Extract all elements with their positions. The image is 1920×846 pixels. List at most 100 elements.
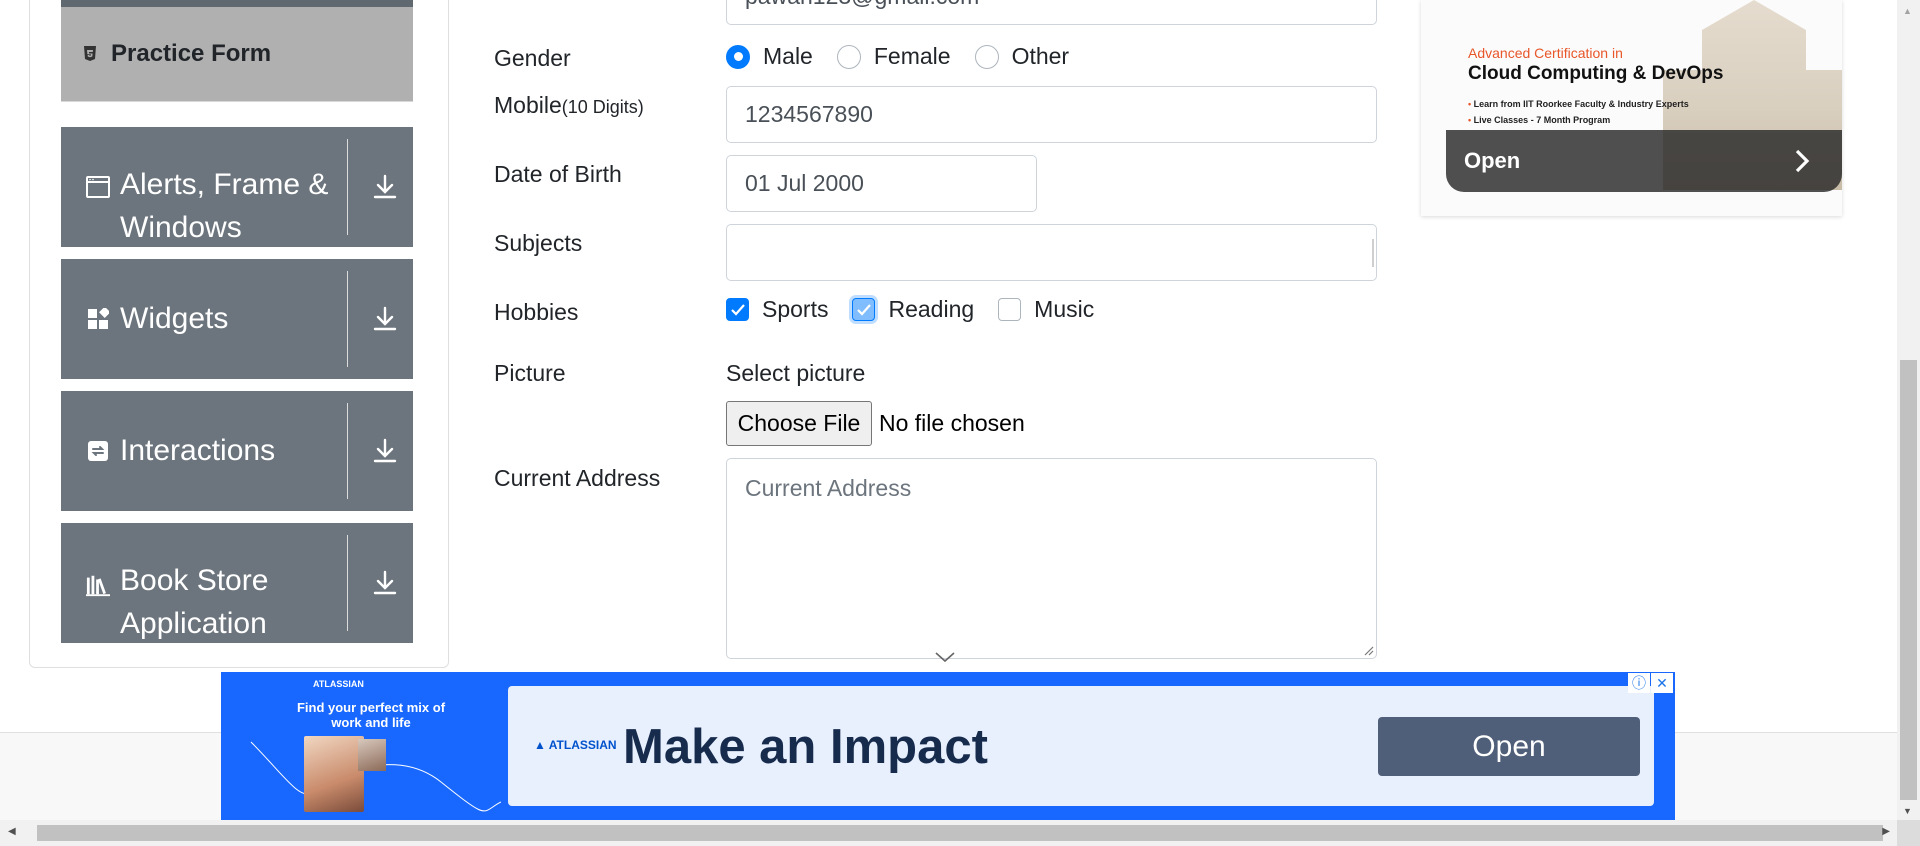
sidebar-group-label: Interactions [120,434,276,467]
atlassian-logo: ▲ ATLASSIAN [534,738,617,752]
email-value: pawan123@gmail.com [745,0,979,10]
sidebar-divider [61,0,413,7]
scroll-up-icon[interactable]: ▲ [1903,6,1912,16]
divider [347,403,348,499]
html5-icon [83,46,99,62]
dob-label: Date of Birth [494,161,622,187]
hobby-sports-option[interactable]: Sports [726,296,828,323]
current-address-label: Current Address [494,465,661,491]
gender-other-option[interactable]: Other [974,43,1070,70]
close-icon[interactable]: ✕ [1651,673,1673,693]
option-label: Female [873,43,951,69]
window-icon [86,175,110,199]
person-thumbnail [358,739,386,771]
option-label: Sports [762,296,829,322]
current-address-textarea[interactable]: Current Address [726,458,1377,659]
ad-banner-bottom[interactable]: ATLASSIAN Find your perfect mix of work … [221,672,1675,820]
sidebar-group-label: Alerts, Frame & Windows [120,168,329,244]
hobby-music-option[interactable]: Music [998,296,1094,323]
brand-text: ATLASSIAN [548,738,617,752]
check-icon [857,303,871,316]
option-label: Reading [888,296,975,322]
checkbox[interactable] [726,298,749,321]
checkbox[interactable] [998,298,1022,321]
ad-headline: Make an Impact [623,720,988,774]
file-status: No file chosen [879,410,1025,436]
ad-open-label: Open [1464,148,1521,173]
mobile-label-text: Mobile [494,92,562,118]
date-of-birth-field[interactable]: 01 Jul 2000 [726,155,1037,212]
gender-male-option[interactable]: Male [726,43,813,70]
checkbox[interactable] [852,298,876,321]
subjects-input[interactable] [726,224,1377,281]
gender-radio-group: Male Female Other [726,43,1093,70]
ad-panel: ▲ ATLASSIAN Make an Impact Open [508,686,1654,806]
widgets-icon [86,307,110,331]
divider [347,139,348,235]
sidebar-group-label: Widgets [120,302,229,335]
gender-female-option[interactable]: Female [836,43,951,70]
sidebar-item-practice-form[interactable]: Practice Form [61,7,413,102]
info-icon[interactable]: ⓘ [1628,673,1650,693]
mobile-label: Mobile(10 Digits) [494,92,644,119]
expand-arrow-icon[interactable] [371,569,399,597]
email-field[interactable]: pawan123@gmail.com [726,0,1377,25]
ad-headline: Cloud Computing & DevOps [1468,63,1724,84]
hobbies-label: Hobbies [494,299,579,325]
dob-value: 01 Jul 2000 [745,170,864,196]
expand-arrow-icon[interactable] [371,173,399,201]
hobbies-checkbox-group: Sports Reading Music [726,296,1118,323]
scroll-down-icon[interactable]: ▼ [1903,806,1912,816]
option-label: Music [1034,296,1095,322]
adchoices[interactable]: ⓘ ✕ [1627,673,1673,693]
interactions-icon [86,439,110,463]
check-icon [730,303,745,316]
option-label: Male [763,43,813,69]
expand-arrow-icon[interactable] [371,437,399,465]
vertical-scrollbar[interactable]: ▲ ▼ [1897,0,1920,820]
ad-left-artwork: ATLASSIAN Find your perfect mix of work … [221,672,508,820]
sidebar-group-alerts-frame-windows[interactable]: Alerts, Frame & Windows [61,127,413,247]
mobile-hint: (10 Digits) [561,97,644,117]
scroll-thumb[interactable] [1900,360,1917,800]
divider [347,271,348,367]
divider [347,535,348,631]
hobby-reading-option[interactable]: Reading [852,296,974,323]
scroll-left-icon[interactable]: ◀ [8,826,16,837]
ad-banner-right[interactable]: Advanced Certification in Cloud Computin… [1421,0,1842,216]
chevron-right-icon [1795,149,1810,173]
sidebar-group-interactions[interactable]: Interactions [61,391,413,511]
ad-tagline: Find your perfect mix of work and life [296,700,446,730]
chevron-down-icon[interactable] [934,651,956,663]
scrollbar-corner [1897,820,1920,846]
gender-label: Gender [494,45,571,71]
resize-handle-icon [1364,646,1374,656]
textarea-placeholder: Current Address [745,475,912,501]
ad-open-bar[interactable]: Open [1446,130,1842,192]
ad-eyebrow: Advanced Certification in [1468,45,1623,61]
sidebar-item-label: Practice Form [111,40,272,67]
option-label: Other [1011,43,1070,69]
expand-arrow-icon[interactable] [371,305,399,333]
person-photo [304,736,364,812]
choose-file-button[interactable]: Choose File [726,401,872,446]
picture-label: Picture [494,360,566,386]
radio-button[interactable] [726,44,750,69]
subjects-label: Subjects [494,230,583,256]
sidebar-group-widgets[interactable]: Widgets [61,259,413,379]
ad-bullet: Live Classes - 7 Month Program [1468,115,1611,125]
ad-bullet: Learn from IIT Roorkee Faculty & Industr… [1468,99,1689,109]
select-picture-label: Select picture [726,360,866,386]
radio-button[interactable] [836,44,861,69]
ad-open-button[interactable]: Open [1378,717,1640,776]
scroll-right-icon[interactable]: ▶ [1882,826,1890,837]
mobile-value: 1234567890 [745,101,873,127]
bookshelf-icon [86,573,110,597]
scroll-thumb[interactable] [37,825,1883,841]
radio-button[interactable] [974,44,999,69]
atlassian-logo-small: ATLASSIAN [313,679,364,689]
sidebar-group-label: Book Store Application [120,564,269,640]
mobile-field[interactable]: 1234567890 [726,86,1377,143]
horizontal-scrollbar[interactable]: ◀ ▶ [0,820,1920,846]
sidebar-group-book-store[interactable]: Book Store Application [61,523,413,643]
